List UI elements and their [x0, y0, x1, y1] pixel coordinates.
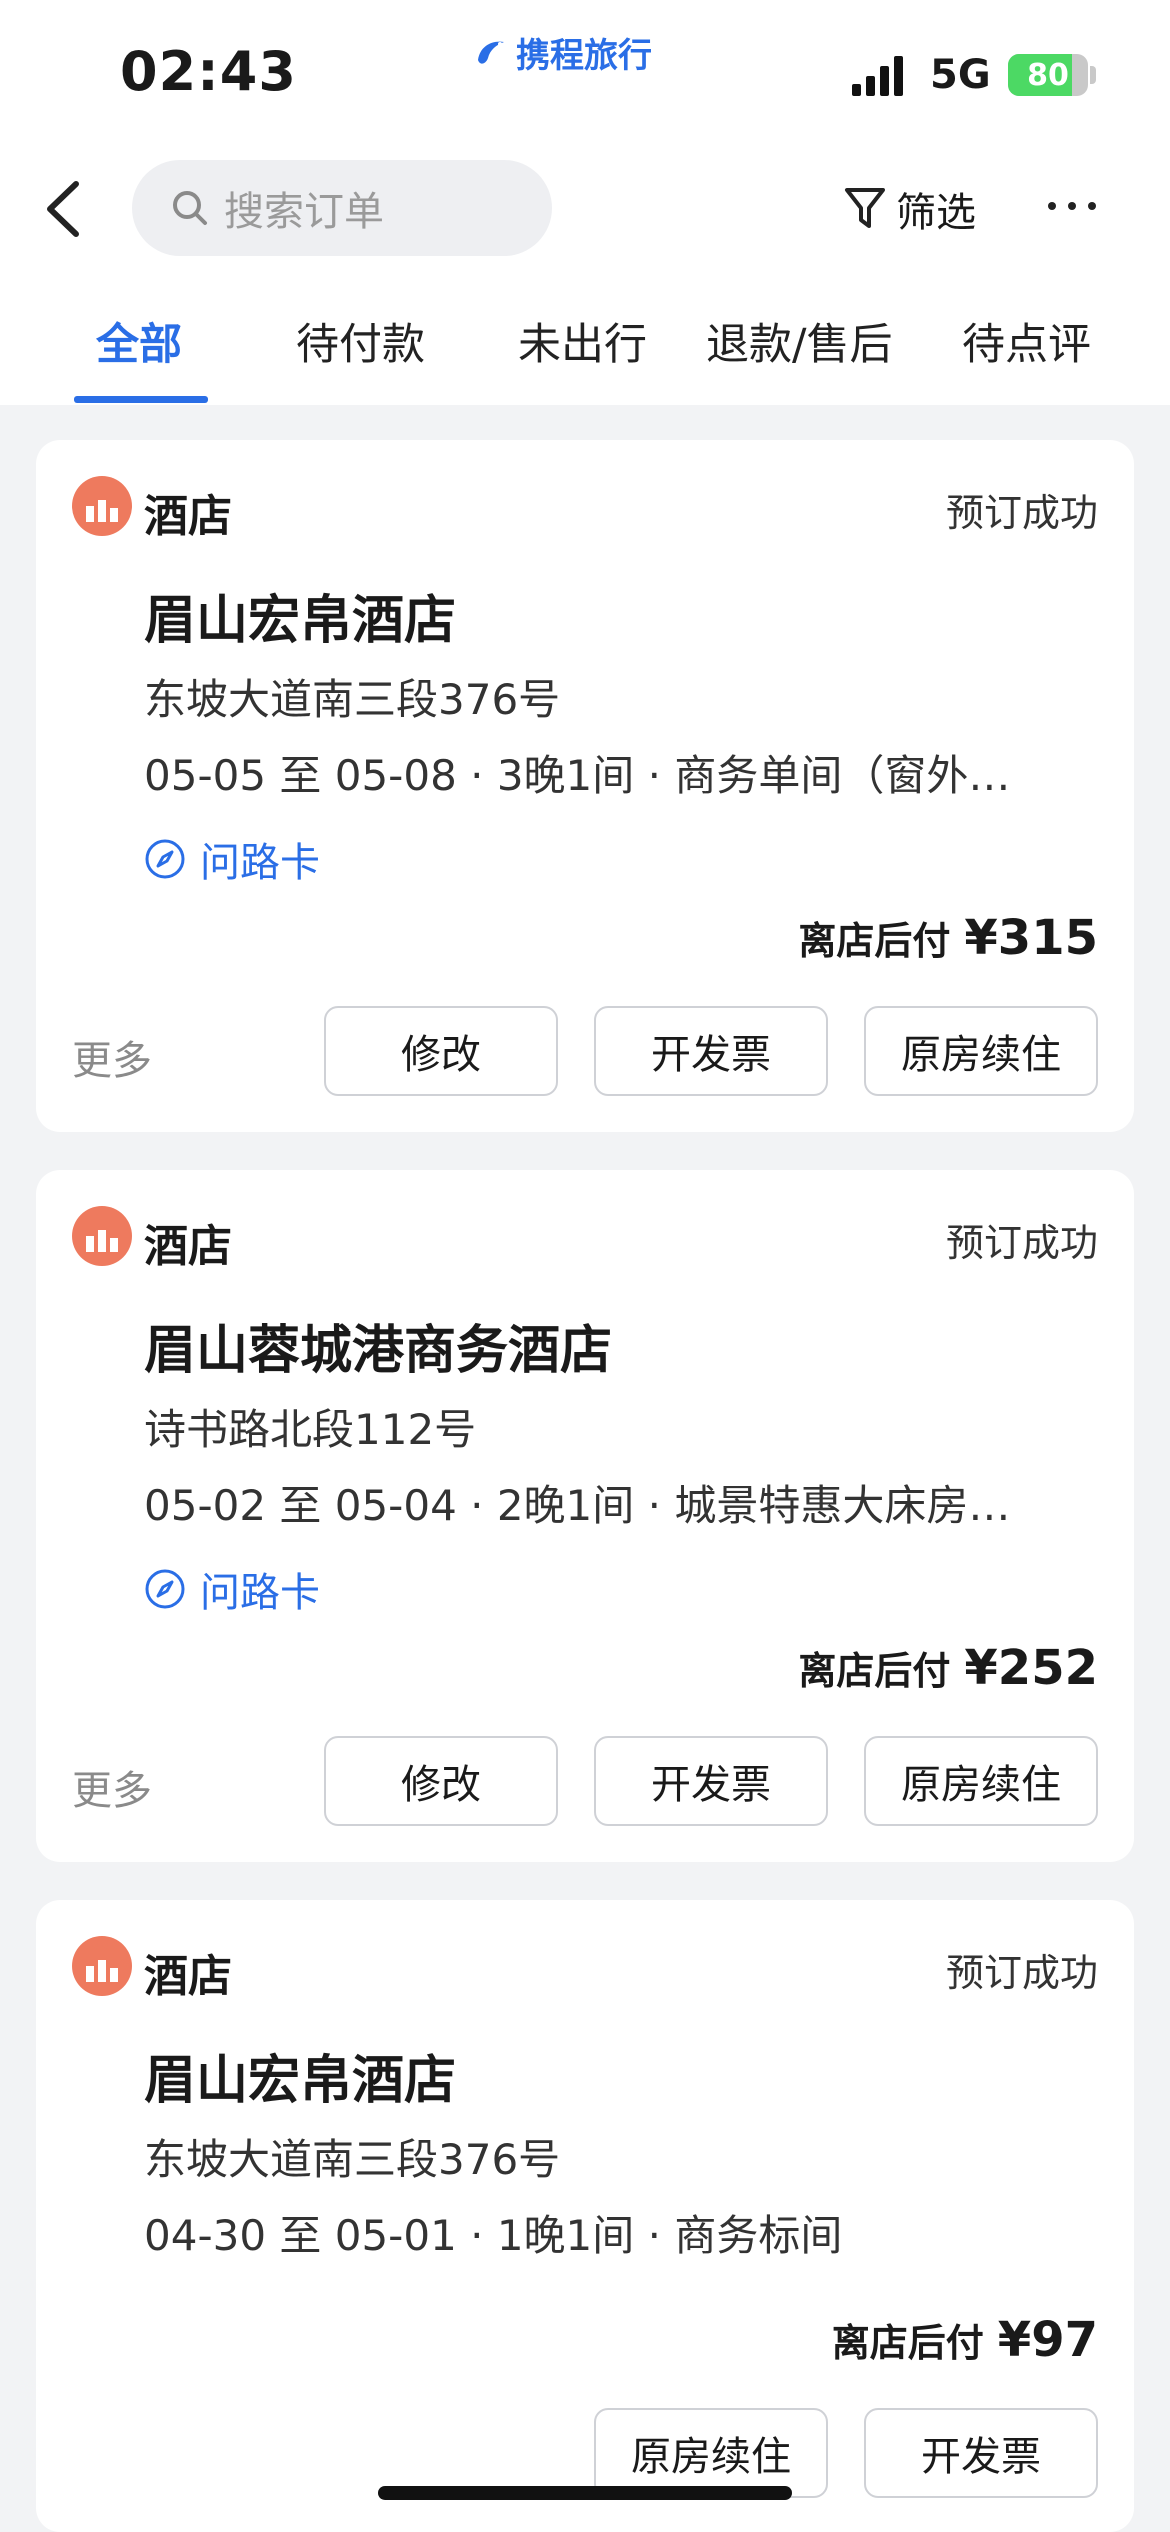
tab-upcoming[interactable]: 未出行 — [518, 310, 647, 372]
order-card[interactable]: 酒店 预订成功 眉山蓉城港商务酒店 诗书路北段112号 05-02 至 05-0… — [36, 1170, 1134, 1862]
hotel-address: 诗书路北段112号 — [144, 1405, 477, 1454]
tab-refund[interactable]: 退款/售后 — [706, 310, 893, 372]
order-status: 预订成功 — [945, 1951, 1098, 1995]
price-row: 离店后付 ¥252 — [798, 1640, 1098, 1696]
ellipsis-dot — [1088, 202, 1096, 210]
extend-stay-button[interactable]: 原房续住 — [864, 1736, 1098, 1826]
funnel-icon — [845, 188, 885, 228]
filter-button[interactable]: 筛选 — [844, 180, 976, 238]
status-time: 02:43 — [120, 40, 297, 103]
cellular-signal-icon — [852, 56, 903, 96]
order-card[interactable]: 酒店 预订成功 眉山宏帛酒店 东坡大道南三段376号 05-05 至 05-08… — [36, 440, 1134, 1132]
order-price: ¥252 — [964, 1640, 1098, 1696]
payment-method: 离店后付 — [798, 1649, 951, 1693]
brand-logo: 携程旅行 — [474, 28, 652, 77]
modify-button[interactable]: 修改 — [324, 1006, 558, 1096]
route-card-link[interactable]: 问路卡 — [144, 1560, 320, 1618]
route-card-label: 问路卡 — [200, 840, 320, 886]
filter-label: 筛选 — [896, 190, 976, 236]
tab-pending-payment[interactable]: 待付款 — [296, 310, 425, 372]
battery-cap — [1090, 66, 1096, 84]
order-card[interactable]: 酒店 预订成功 眉山宏帛酒店 东坡大道南三段376号 04-30 至 05-01… — [36, 1900, 1134, 2532]
building-icon — [86, 1230, 118, 1252]
search-icon — [173, 191, 207, 225]
hotel-icon — [72, 1936, 132, 1996]
network-type: 5G — [930, 52, 991, 98]
order-price: ¥315 — [964, 910, 1098, 966]
hotel-address: 东坡大道南三段376号 — [144, 2135, 561, 2184]
compass-icon — [145, 839, 185, 879]
stay-details: 05-05 至 05-08 · 3晚1间 · 商务单间（窗外… — [144, 751, 1011, 800]
order-category: 酒店 — [144, 1951, 232, 2002]
search-input[interactable]: 搜索订单 — [132, 160, 552, 256]
active-tab-indicator — [74, 396, 208, 403]
order-status: 预订成功 — [945, 491, 1098, 535]
stay-details: 05-02 至 05-04 · 2晚1间 · 城景特惠大床房… — [144, 1481, 1011, 1530]
order-category: 酒店 — [144, 1221, 232, 1272]
price-row: 离店后付 ¥315 — [798, 910, 1098, 966]
hotel-name: 眉山蓉城港商务酒店 — [144, 1321, 613, 1381]
extend-stay-button[interactable]: 原房续住 — [594, 2408, 828, 2498]
stay-details: 04-30 至 05-01 · 1晚1间 · 商务标间 — [144, 2211, 843, 2260]
modify-button[interactable]: 修改 — [324, 1736, 558, 1826]
price-row: 离店后付 ¥97 — [832, 2312, 1098, 2368]
chevron-left-icon — [47, 181, 79, 237]
compass-icon — [145, 1569, 185, 1609]
building-icon — [86, 1960, 118, 1982]
more-options-button[interactable] — [1048, 202, 1096, 210]
battery-percent: 80 — [1027, 57, 1069, 93]
tab-all[interactable]: 全部 — [96, 310, 182, 372]
hotel-icon — [72, 476, 132, 536]
invoice-button[interactable]: 开发票 — [864, 2408, 1098, 2498]
extend-stay-button[interactable]: 原房续住 — [864, 1006, 1098, 1096]
more-actions-link[interactable]: 更多 — [72, 1028, 152, 1086]
tab-to-review[interactable]: 待点评 — [962, 310, 1091, 372]
route-card-label: 问路卡 — [200, 1570, 320, 1616]
search-placeholder: 搜索订单 — [224, 189, 384, 235]
payment-method: 离店后付 — [831, 2321, 984, 2365]
more-actions-link[interactable]: 更多 — [72, 1758, 152, 1816]
hotel-name: 眉山宏帛酒店 — [144, 591, 457, 651]
ellipsis-icon — [1048, 202, 1056, 210]
order-price: ¥97 — [997, 2312, 1098, 2368]
top-nav: 搜索订单 筛选 — [0, 150, 1170, 270]
brand-name: 携程旅行 — [516, 36, 652, 76]
order-category: 酒店 — [144, 491, 232, 542]
invoice-button[interactable]: 开发票 — [594, 1736, 828, 1826]
invoice-button[interactable]: 开发票 — [594, 1006, 828, 1096]
order-tabs: 全部 待付款 未出行 退款/售后 待点评 — [0, 270, 1170, 405]
ellipsis-dot — [1068, 202, 1076, 210]
order-status: 预订成功 — [945, 1221, 1098, 1265]
building-icon — [86, 500, 118, 522]
back-button[interactable] — [36, 174, 96, 244]
dolphin-logo-icon — [478, 41, 504, 64]
payment-method: 离店后付 — [798, 919, 951, 963]
battery-icon: 80 — [1008, 54, 1088, 96]
route-card-link[interactable]: 问路卡 — [144, 830, 320, 888]
hotel-icon — [72, 1206, 132, 1266]
status-bar: 02:43 携程旅行 5G 80 — [0, 0, 1170, 150]
home-indicator — [378, 2486, 792, 2500]
hotel-address: 东坡大道南三段376号 — [144, 675, 561, 724]
hotel-name: 眉山宏帛酒店 — [144, 2051, 457, 2111]
